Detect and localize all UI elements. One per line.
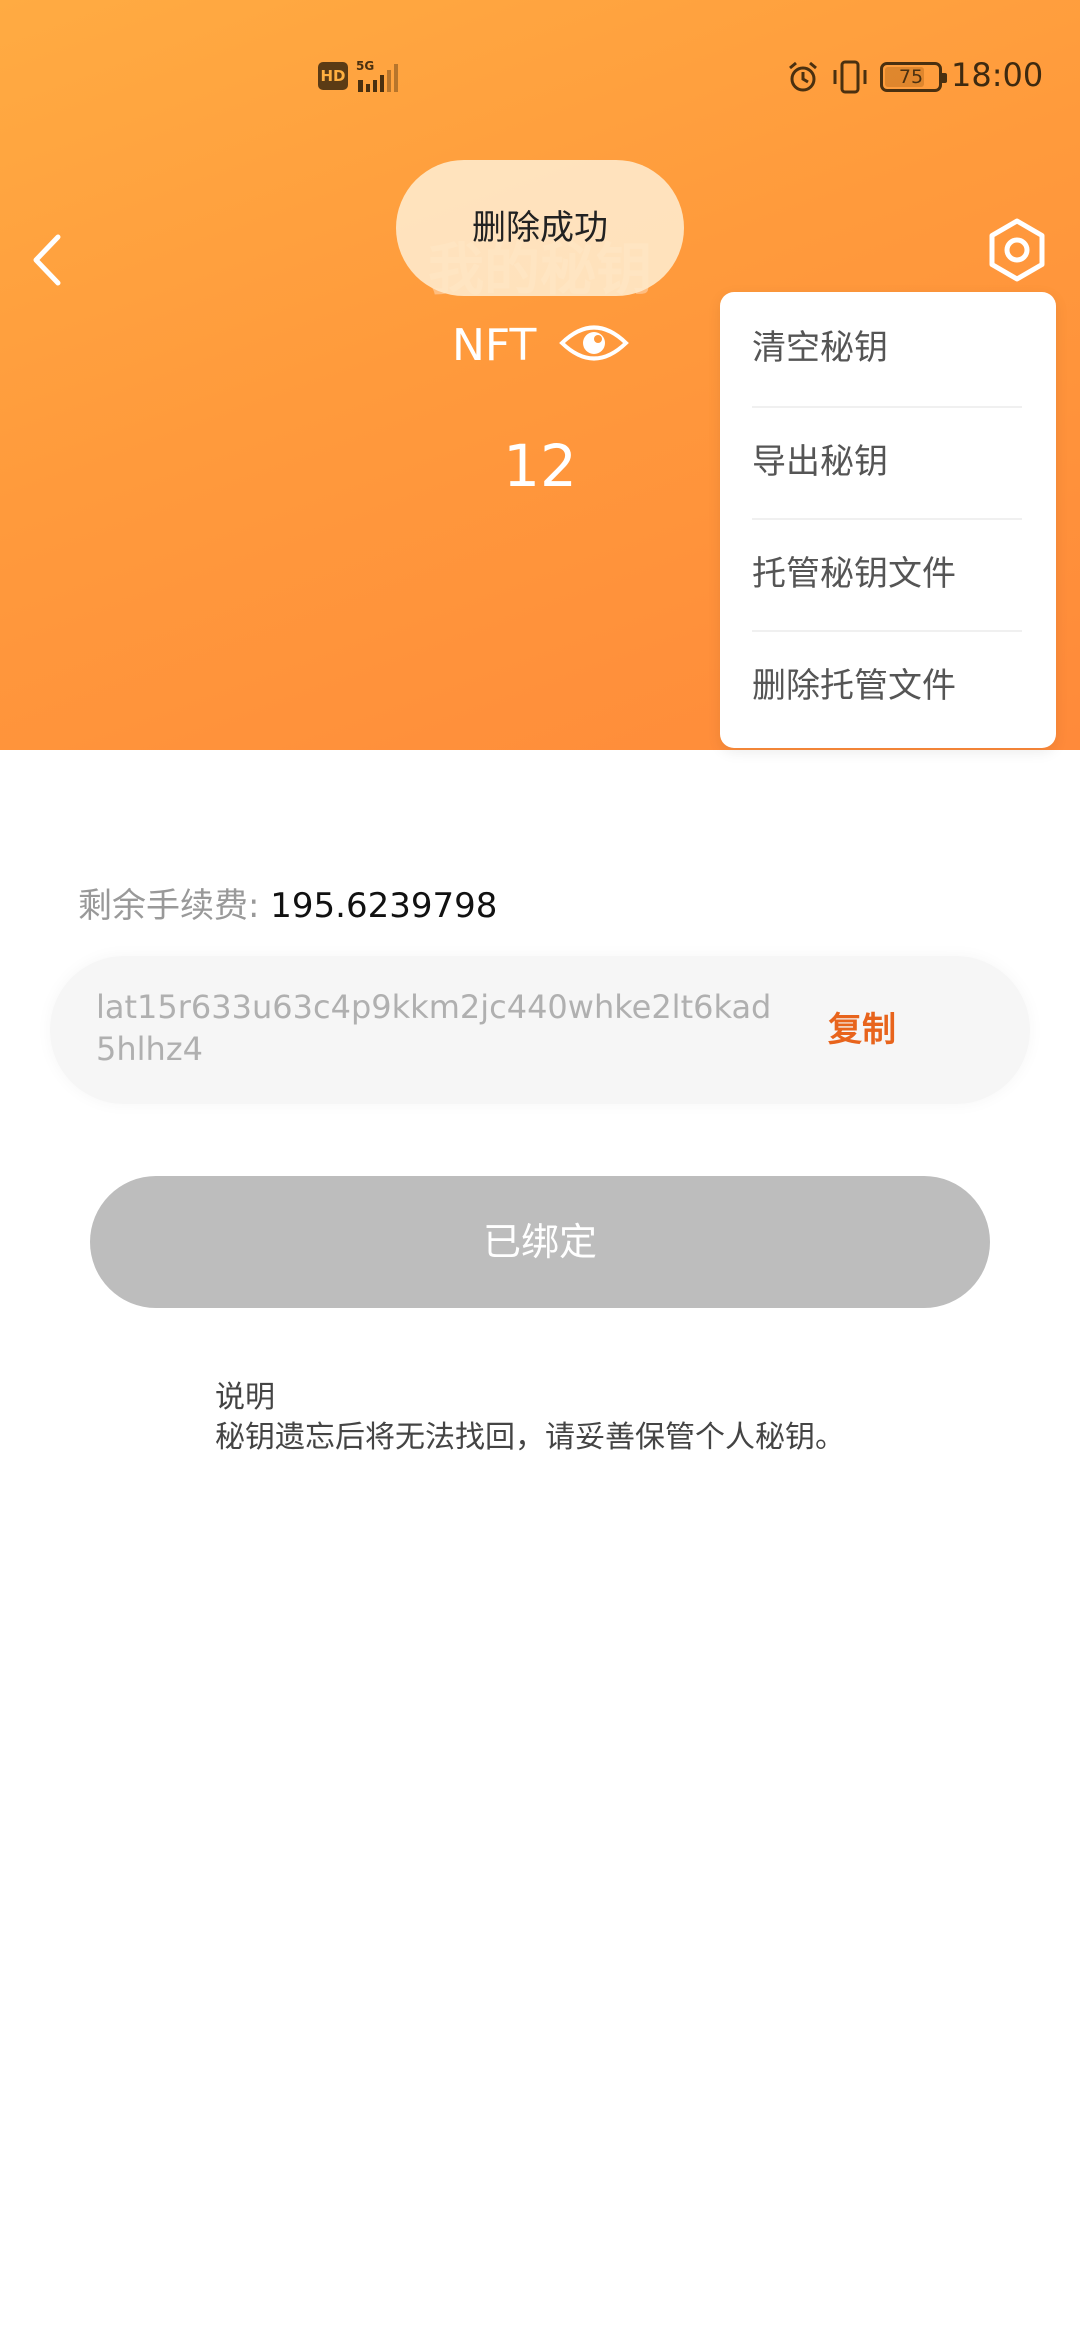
menu-item-export-key[interactable]: 导出秘钥: [752, 406, 1028, 518]
fee-label: 剩余手续费:: [78, 886, 260, 926]
fee-row: 剩余手续费: 195.6239798: [78, 878, 497, 927]
wallet-address: lat15r633u63c4p9kkm2jc440whke2lt6kad5hlh…: [96, 988, 772, 1068]
note-title: 说明: [215, 1380, 275, 1415]
hd-badge: HD: [318, 62, 348, 90]
alarm-icon: [789, 61, 817, 92]
toast-message: 删除成功: [396, 160, 684, 296]
copy-button[interactable]: 复制: [828, 1002, 896, 1051]
menu-item-host-key-file[interactable]: 托管秘钥文件: [752, 518, 1028, 630]
nft-label: NFT: [452, 320, 537, 371]
battery-level: 75: [898, 66, 924, 88]
address-box: lat15r633u63c4p9kkm2jc440whke2lt6kad5hlh…: [50, 956, 1030, 1104]
status-bar: HD 5G 75 18:00: [0, 0, 1080, 150]
gear-icon[interactable]: [982, 215, 1052, 285]
menu-item-delete-hosted-file[interactable]: 删除托管文件: [752, 630, 1028, 742]
fee-value: 195.6239798: [270, 886, 498, 926]
eye-icon[interactable]: [558, 318, 630, 368]
signal-icon: 5G: [356, 59, 398, 92]
menu-item-clear-key[interactable]: 清空秘钥: [752, 292, 1028, 404]
settings-dropdown-menu: 清空秘钥 导出秘钥 托管秘钥文件 删除托管文件: [720, 292, 1056, 748]
battery-indicator: 75: [880, 62, 947, 92]
status-time: 18:00: [951, 56, 1044, 94]
note-text: 秘钥遗忘后将无法找回，请妥善保管个人秘钥。: [215, 1420, 845, 1455]
network-type: 5G: [356, 59, 374, 73]
bound-button[interactable]: 已绑定: [90, 1176, 990, 1308]
vibrate-icon: [833, 60, 867, 94]
battery-cap: [942, 73, 947, 83]
